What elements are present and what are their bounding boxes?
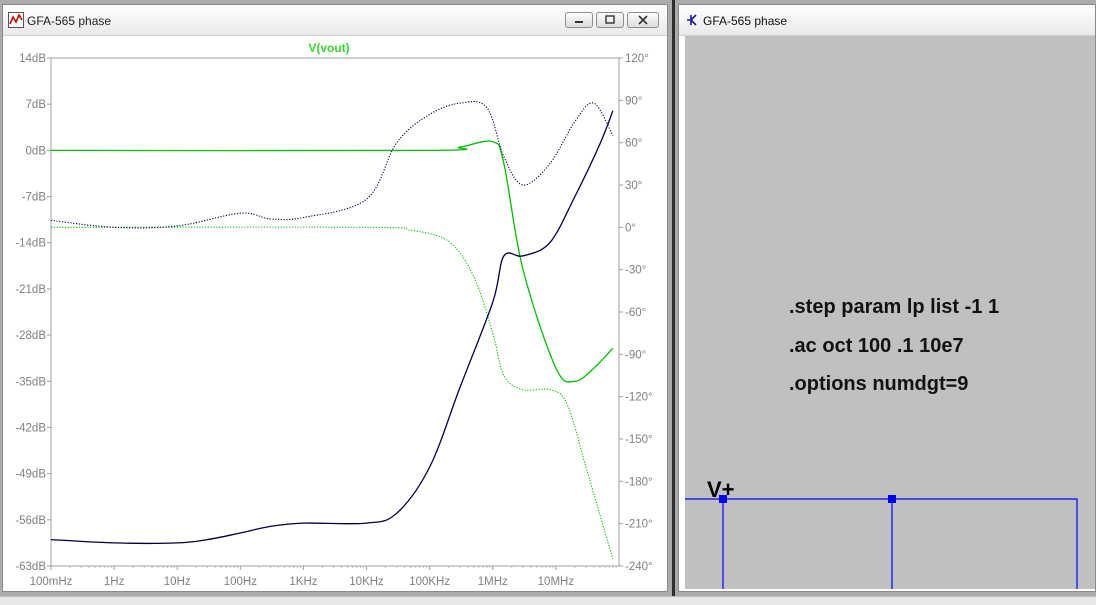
y-right-tick-label: -180° bbox=[625, 476, 653, 488]
spice-directive-ac[interactable]: .ac oct 100 .1 10e7 bbox=[789, 335, 964, 358]
wire[interactable] bbox=[685, 498, 1078, 589]
spice-directive-options[interactable]: .options numdgt=9 bbox=[789, 373, 968, 396]
x-tick-label: 100mHz bbox=[30, 576, 73, 588]
y-right-tick-label: -30° bbox=[625, 265, 646, 277]
y-right-tick-label: -240° bbox=[625, 561, 653, 573]
y-right-tick-label: 30° bbox=[625, 180, 642, 192]
net-label[interactable]: V+ bbox=[707, 477, 735, 503]
close-icon bbox=[638, 15, 648, 25]
y-right-tick-label: -60° bbox=[625, 307, 646, 319]
x-tick-label: 10MHz bbox=[538, 576, 575, 588]
y-right-tick-label: -150° bbox=[625, 434, 653, 446]
window-splitter[interactable] bbox=[672, 0, 675, 604]
x-tick-label: 100KHz bbox=[409, 576, 450, 588]
y-left-tick-label: -63dB bbox=[15, 561, 46, 573]
x-tick-label: 10Hz bbox=[164, 576, 191, 588]
x-tick-label: 100Hz bbox=[224, 576, 257, 588]
magnitude-trace-green[interactable] bbox=[50, 140, 614, 383]
y-left-tick-label: 14dB bbox=[19, 53, 46, 65]
plot-area[interactable]: V(vout) 14dB 7dB 0dB -7dB -14dB -21dB -28dB -35d… bbox=[3, 36, 667, 591]
y-left-tick-label: -14dB bbox=[15, 238, 46, 250]
y-left-tick-label: -35dB bbox=[15, 376, 46, 388]
y-right-tick-label: 60° bbox=[625, 138, 642, 150]
minimize-button[interactable] bbox=[565, 12, 593, 28]
plot-window[interactable]: GFA-565 phase V(vout) 14dB 7dB 0dB -7dB -14dB… bbox=[2, 4, 668, 592]
plot-window-title: GFA-565 phase bbox=[27, 14, 112, 28]
y-left-tick-label: -56dB bbox=[15, 515, 46, 527]
restore-icon bbox=[605, 15, 615, 24]
y-right-tick-label: 90° bbox=[625, 95, 642, 107]
plot-window-titlebar[interactable]: GFA-565 phase bbox=[3, 5, 667, 36]
minimize-icon bbox=[575, 21, 583, 23]
y-left-tick-label: 0dB bbox=[26, 145, 47, 157]
x-tick-label: 1MHz bbox=[478, 576, 508, 588]
y-left-tick-label: -49dB bbox=[15, 469, 46, 481]
waveform-plot-icon bbox=[8, 12, 24, 28]
x-tick-label: 10KHz bbox=[349, 576, 384, 588]
plot-frame bbox=[50, 57, 620, 567]
y-right-tick-label: -120° bbox=[625, 392, 653, 404]
y-right-tick-label: 0° bbox=[625, 222, 636, 234]
restore-button[interactable] bbox=[596, 12, 624, 28]
y-left-tick-label: -28dB bbox=[15, 330, 46, 342]
trace-label[interactable]: V(vout) bbox=[308, 41, 349, 55]
phase-trace-green[interactable] bbox=[50, 226, 614, 560]
schematic-window-title: GFA-565 phase bbox=[703, 14, 788, 28]
junction-dot bbox=[888, 495, 896, 503]
close-button[interactable] bbox=[627, 12, 659, 28]
y-right-tick-label: -90° bbox=[625, 349, 646, 361]
waveform-chart[interactable]: V(vout) 14dB 7dB 0dB -7dB -14dB -21dB -28dB -35d… bbox=[3, 36, 667, 591]
y-left-tick-label: -42dB bbox=[15, 422, 46, 434]
y-right-tick-label: -210° bbox=[625, 519, 653, 531]
y-right-tick-label: 120° bbox=[625, 53, 649, 65]
schematic-icon bbox=[687, 14, 697, 26]
y-left-tick-label: -21dB bbox=[15, 284, 46, 296]
y-left-tick-label: 7dB bbox=[26, 99, 47, 111]
spice-directive-step[interactable]: .step param lp list -1 1 bbox=[789, 296, 999, 319]
schematic-canvas[interactable]: V+ .step param lp list -1 1 .ac oct 100 … bbox=[685, 36, 1095, 589]
magnitude-trace-dark[interactable] bbox=[50, 110, 614, 544]
x-tick-label: 1Hz bbox=[104, 576, 125, 588]
schematic-window[interactable]: GFA-565 phase V+ .step param lp list -1 … bbox=[678, 4, 1096, 592]
x-tick-label: 1KHz bbox=[289, 576, 317, 588]
phase-trace-dark[interactable] bbox=[50, 100, 614, 229]
y-left-tick-label: -7dB bbox=[22, 192, 47, 204]
schematic-window-titlebar[interactable]: GFA-565 phase bbox=[679, 5, 1095, 36]
